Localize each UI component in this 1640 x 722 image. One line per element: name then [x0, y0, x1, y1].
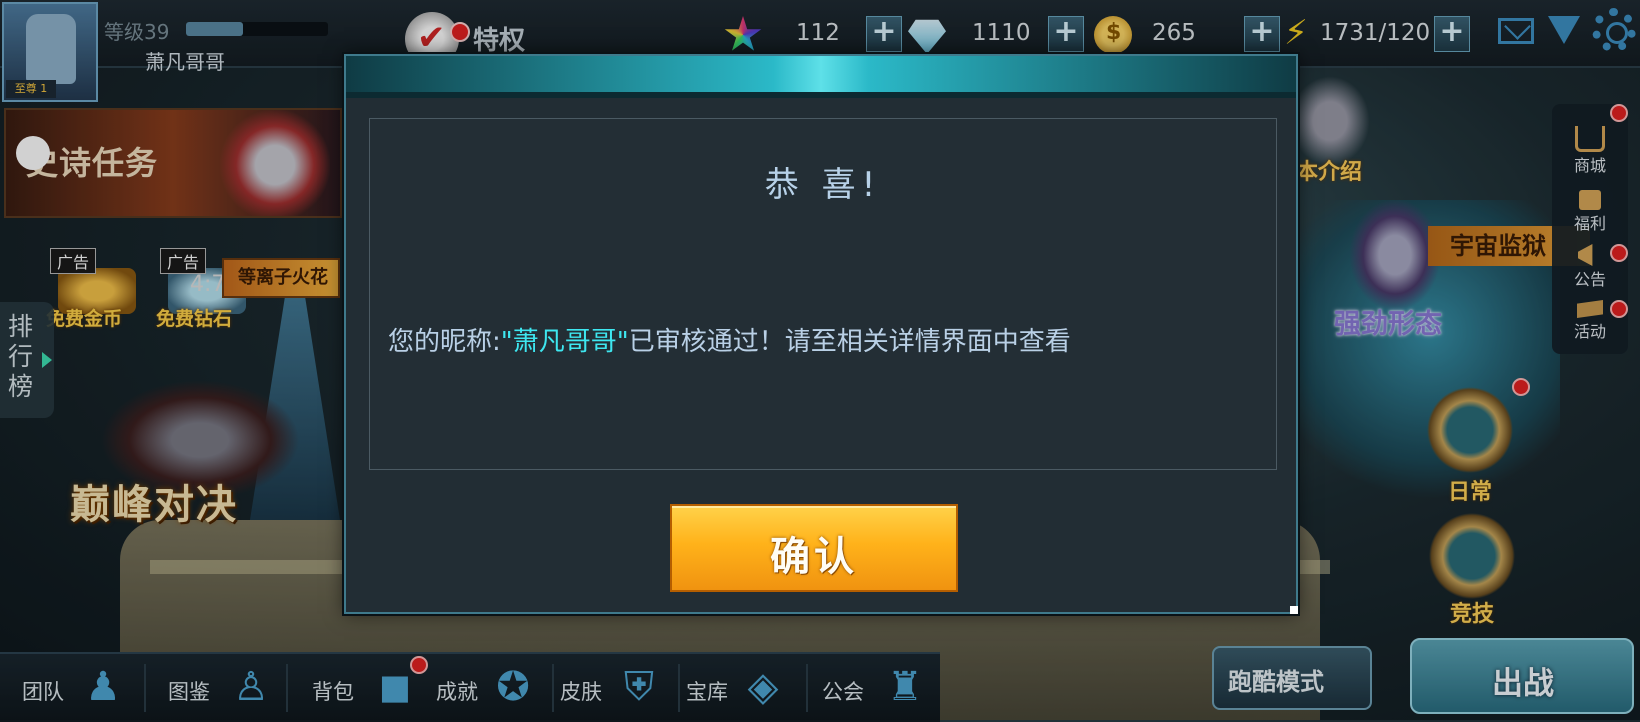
dialog-header-bar — [346, 56, 1296, 98]
dialog-content-frame: 恭 喜! 您的昵称:"萧凡哥哥"已审核通过！请至相关详情界面中查看 — [369, 118, 1277, 470]
message-prefix: 您的昵称: — [388, 327, 501, 357]
dialog-corner — [1290, 606, 1298, 614]
dialog-message: 您的昵称:"萧凡哥哥"已审核通过！请至相关详情界面中查看 — [388, 321, 1071, 358]
message-suffix: 已审核通过！请至相关详情界面中查看 — [628, 327, 1071, 357]
congratulation-dialog: 恭 喜! 您的昵称:"萧凡哥哥"已审核通过！请至相关详情界面中查看 确认 — [344, 54, 1298, 614]
message-nickname: "萧凡哥哥" — [500, 327, 629, 357]
confirm-button[interactable]: 确认 — [670, 504, 958, 592]
confirm-label: 确认 — [770, 534, 858, 580]
dialog-title: 恭 喜! — [764, 165, 882, 205]
